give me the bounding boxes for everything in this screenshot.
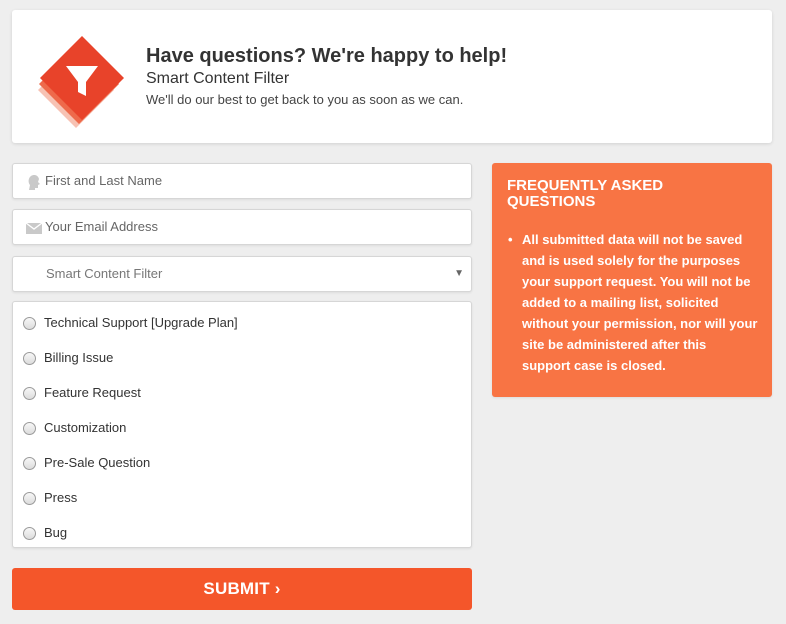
faq-item: • All submitted data will not be saved a… bbox=[508, 229, 758, 376]
radio-press[interactable]: Press bbox=[13, 488, 471, 523]
faq-item-text: All submitted data will not be saved and… bbox=[522, 232, 758, 373]
submit-button[interactable]: SUBMIT › bbox=[12, 568, 472, 610]
header-note: We'll do our best to get back to you as … bbox=[146, 92, 464, 107]
radio-button[interactable] bbox=[23, 527, 36, 540]
header-card: Have questions? We're happy to help! Sma… bbox=[12, 10, 772, 143]
radio-customization[interactable]: Customization bbox=[13, 418, 471, 453]
radio-label: Billing Issue bbox=[44, 350, 114, 365]
product-select-value: Smart Content Filter bbox=[46, 266, 163, 281]
faq-list: • All submitted data will not be saved a… bbox=[508, 229, 758, 376]
faq-title: FREQUENTLY ASKED QUESTIONS bbox=[507, 177, 664, 210]
radio-bug[interactable]: Bug bbox=[13, 523, 471, 558]
dropdown-arrow-icon: ▼ bbox=[454, 268, 464, 279]
email-placeholder: Your Email Address bbox=[45, 219, 158, 234]
radio-label: Bug bbox=[44, 525, 68, 540]
radio-pre-sale-question[interactable]: Pre-Sale Question bbox=[13, 453, 471, 488]
radio-feature-request[interactable]: Feature Request bbox=[13, 383, 471, 418]
radio-label: Technical Support [Upgrade Plan] bbox=[44, 315, 238, 330]
radio-billing-issue[interactable]: Billing Issue bbox=[13, 348, 471, 383]
radio-button[interactable] bbox=[23, 387, 36, 400]
envelope-icon bbox=[25, 222, 43, 234]
radio-button[interactable] bbox=[23, 352, 36, 365]
product-select[interactable]: Smart Content Filter ▼ bbox=[12, 256, 472, 292]
name-field[interactable]: First and Last Name bbox=[12, 163, 472, 199]
radio-label: Pre-Sale Question bbox=[44, 455, 151, 470]
request-type-group: Technical Support [Upgrade Plan] Billing… bbox=[12, 301, 472, 548]
product-name: Smart Content Filter bbox=[146, 70, 290, 87]
radio-label: Customization bbox=[44, 420, 127, 435]
radio-button[interactable] bbox=[23, 422, 36, 435]
radio-button[interactable] bbox=[23, 457, 36, 470]
user-icon bbox=[28, 175, 40, 190]
radio-technical-support[interactable]: Technical Support [Upgrade Plan] bbox=[13, 313, 471, 348]
radio-label: Press bbox=[44, 490, 78, 505]
radio-button[interactable] bbox=[23, 492, 36, 505]
email-field[interactable]: Your Email Address bbox=[12, 209, 472, 245]
radio-button[interactable] bbox=[23, 317, 36, 330]
radio-label: Feature Request bbox=[44, 385, 141, 400]
funnel-filter-icon bbox=[38, 36, 124, 128]
faq-panel: FREQUENTLY ASKED QUESTIONS • All submitt… bbox=[492, 163, 772, 397]
page-title: Have questions? We're happy to help! bbox=[146, 45, 508, 67]
name-placeholder: First and Last Name bbox=[45, 173, 163, 188]
bullet: • bbox=[508, 232, 513, 247]
